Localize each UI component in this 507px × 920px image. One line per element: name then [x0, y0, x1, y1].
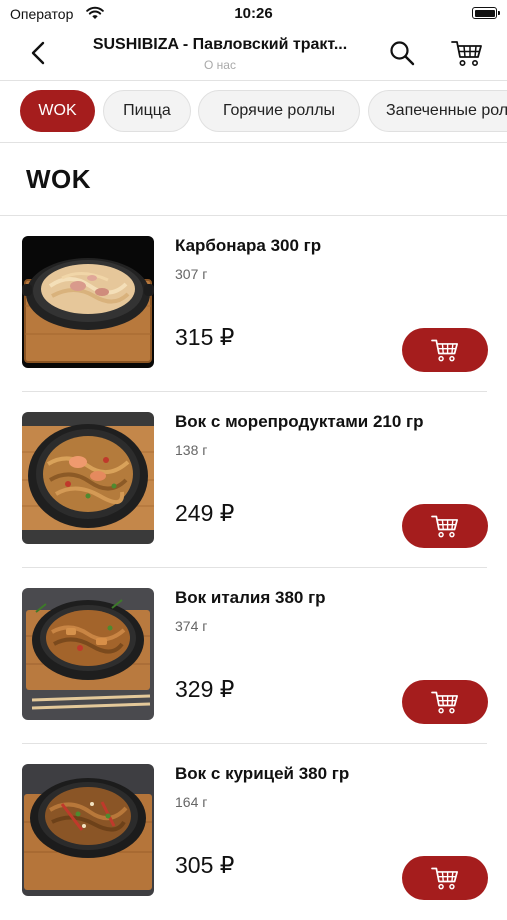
category-tabs: WOK Пицца Горячие роллы Запеченные роллы	[0, 80, 507, 143]
add-to-cart-button[interactable]	[402, 328, 488, 372]
item-price: 305 ₽	[175, 852, 235, 878]
tab-baked-rolls[interactable]: Запеченные роллы	[368, 90, 507, 132]
battery-icon	[472, 7, 500, 19]
item-name: Вок с курицей 380 гр	[175, 764, 350, 783]
menu-item[interactable]: Вок италия 380 гр 374 г 329 ₽	[0, 568, 507, 744]
nav-bar: SUSHIBIZA - Павловский тракт... О нас	[0, 28, 507, 81]
tab-hot-rolls[interactable]: Горячие роллы	[198, 90, 360, 132]
search-icon[interactable]	[388, 39, 416, 67]
item-price: 249 ₽	[175, 500, 235, 526]
item-name: Карбонара 300 гр	[175, 236, 322, 255]
add-to-cart-button[interactable]	[402, 680, 488, 724]
tab-label: Запеченные роллы	[386, 102, 507, 119]
clock: 10:26	[234, 5, 273, 22]
item-price: 315 ₽	[175, 324, 235, 350]
cart-icon	[431, 691, 458, 714]
tab-label: Пицца	[123, 102, 171, 119]
back-button[interactable]	[24, 38, 54, 68]
cart-icon	[431, 339, 458, 362]
section-title: WOK	[26, 164, 92, 194]
item-weight: 164 г	[175, 794, 208, 810]
item-name: Вок италия 380 гр	[175, 588, 326, 607]
item-price: 329 ₽	[175, 676, 235, 702]
item-weight: 307 г	[175, 266, 208, 282]
tab-pizza[interactable]: Пицца	[103, 90, 191, 132]
tab-label: Горячие роллы	[222, 102, 336, 119]
add-to-cart-button[interactable]	[402, 504, 488, 548]
cart-icon	[431, 867, 458, 890]
item-weight: 374 г	[175, 618, 208, 634]
dish-photo[interactable]	[22, 412, 154, 544]
add-to-cart-button[interactable]	[402, 856, 488, 900]
dish-photo[interactable]	[22, 764, 154, 896]
restaurant-title[interactable]: SUSHIBIZA - Павловский тракт...	[70, 36, 370, 54]
item-name: Вок с морепродуктами 210 гр	[175, 412, 424, 431]
cart-icon[interactable]	[450, 38, 484, 68]
menu-item[interactable]: Карбонара 300 гр 307 г 315 ₽	[0, 216, 507, 392]
status-bar: Оператор 10:26	[0, 0, 507, 28]
menu-item[interactable]: Вок с морепродуктами 210 гр 138 г 249 ₽	[0, 392, 507, 568]
about-link[interactable]: О нас	[70, 58, 370, 72]
tab-wok[interactable]: WOK	[20, 90, 95, 132]
menu-item[interactable]: Вок с курицей 380 гр 164 г 305 ₽	[0, 744, 507, 920]
item-weight: 138 г	[175, 442, 208, 458]
tab-label: WOK	[38, 102, 77, 119]
dish-photo[interactable]	[22, 588, 154, 720]
dish-photo[interactable]	[22, 236, 154, 368]
cart-icon	[431, 515, 458, 538]
